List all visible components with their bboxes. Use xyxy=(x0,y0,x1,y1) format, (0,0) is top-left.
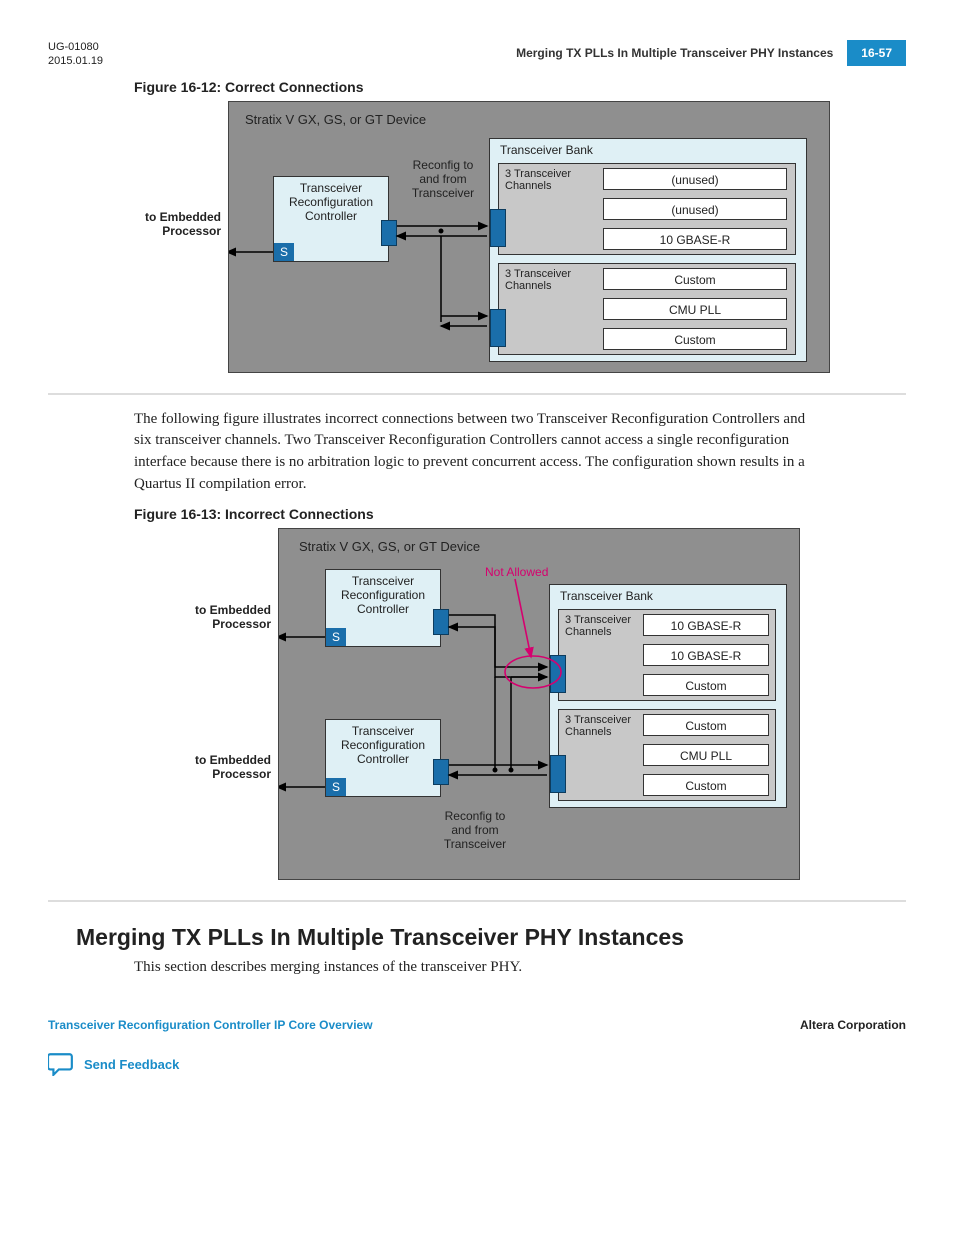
body-paragraph: The following figure illustrates incorre… xyxy=(134,409,820,496)
bank-title: Transceiver Bank xyxy=(500,143,593,157)
reconfig-signal-label: Reconfig to and from Transceiver xyxy=(435,809,515,852)
figure-13-caption: Figure 16-13: Incorrect Connections xyxy=(134,506,906,522)
channel-slot: CMU PLL xyxy=(643,744,769,766)
bank-top-port xyxy=(490,209,506,247)
channel-group-bottom: 3 Transceiver Channels Custom CMU PLL Cu… xyxy=(558,709,776,801)
running-header-title: Merging TX PLLs In Multiple Transceiver … xyxy=(516,46,833,60)
reconfig-controller-box-top: Transceiver Reconfiguration Controller S xyxy=(325,569,441,647)
page-header: UG-01080 2015.01.19 Merging TX PLLs In M… xyxy=(48,40,906,69)
footer-link-left[interactable]: Transceiver Reconfiguration Controller I… xyxy=(48,1018,373,1032)
controller-top-right-port xyxy=(433,609,449,635)
device-title: Stratix V GX, GS, or GT Device xyxy=(245,112,426,127)
three-channels-label: 3 Transceiver Channels xyxy=(565,614,631,638)
device-title: Stratix V GX, GS, or GT Device xyxy=(299,539,480,554)
not-allowed-label: Not Allowed xyxy=(485,565,548,579)
channel-slot: 10 GBASE-R xyxy=(603,228,787,250)
to-embedded-processor-label: to Embedded Processor xyxy=(181,603,271,632)
send-feedback-label: Send Feedback xyxy=(84,1057,179,1072)
reconfig-controller-label: Transceiver Reconfiguration Controller xyxy=(326,574,440,617)
s-port-label: S xyxy=(326,778,346,796)
bank-bottom-port xyxy=(490,309,506,347)
channel-slot: Custom xyxy=(643,674,769,696)
doc-date: 2015.01.19 xyxy=(48,54,103,68)
transceiver-bank: Transceiver Bank 3 Transceiver Channels … xyxy=(549,584,787,808)
channel-slot: 10 GBASE-R xyxy=(643,644,769,666)
footer-corporation: Altera Corporation xyxy=(800,1018,906,1032)
figure-12-caption: Figure 16-12: Correct Connections xyxy=(134,79,906,95)
reconfig-signal-label: Reconfig to and from Transceiver xyxy=(403,158,483,201)
feedback-icon xyxy=(48,1052,74,1076)
channel-slot: (unused) xyxy=(603,168,787,190)
channel-group-top: 3 Transceiver Channels 10 GBASE-R 10 GBA… xyxy=(558,609,776,701)
reconfig-controller-label: Transceiver Reconfiguration Controller xyxy=(326,724,440,767)
section-body: This section describes merging instances… xyxy=(134,957,820,979)
transceiver-bank: Transceiver Bank 3 Transceiver Channels … xyxy=(489,138,807,362)
send-feedback-link[interactable]: Send Feedback xyxy=(48,1052,906,1076)
three-channels-label: 3 Transceiver Channels xyxy=(565,714,631,738)
to-embedded-processor-label: to Embedded Processor xyxy=(131,210,221,239)
channel-group-bottom: 3 Transceiver Channels Custom CMU PLL Cu… xyxy=(498,263,796,355)
channel-slot: Custom xyxy=(603,328,787,350)
controller-right-port xyxy=(381,220,397,246)
bank-title: Transceiver Bank xyxy=(560,589,653,603)
bank-top-port xyxy=(550,655,566,693)
s-port-label: S xyxy=(326,628,346,646)
reconfig-controller-box: Transceiver Reconfiguration Controller S xyxy=(273,176,389,262)
reconfig-controller-label: Transceiver Reconfiguration Controller xyxy=(274,181,388,224)
bank-bottom-port xyxy=(550,755,566,793)
channel-slot: 10 GBASE-R xyxy=(643,614,769,636)
figure-12-diagram: Stratix V GX, GS, or GT Device Transceiv… xyxy=(228,101,830,373)
controller-bottom-right-port xyxy=(433,759,449,785)
channel-slot: Custom xyxy=(643,714,769,736)
to-embedded-processor-label: to Embedded Processor xyxy=(181,753,271,782)
three-channels-label: 3 Transceiver Channels xyxy=(505,168,571,192)
channel-slot: CMU PLL xyxy=(603,298,787,320)
section-heading: Merging TX PLLs In Multiple Transceiver … xyxy=(76,924,906,951)
channel-group-top: 3 Transceiver Channels (unused) (unused)… xyxy=(498,163,796,255)
channel-slot: Custom xyxy=(603,268,787,290)
doc-id: UG-01080 xyxy=(48,40,103,54)
reconfig-controller-box-bottom: Transceiver Reconfiguration Controller S xyxy=(325,719,441,797)
three-channels-label: 3 Transceiver Channels xyxy=(505,268,571,292)
channel-slot: (unused) xyxy=(603,198,787,220)
page-number-badge: 16-57 xyxy=(847,40,906,66)
figure-13-diagram: Stratix V GX, GS, or GT Device Transceiv… xyxy=(278,528,800,880)
s-port-label: S xyxy=(274,243,294,261)
channel-slot: Custom xyxy=(643,774,769,796)
